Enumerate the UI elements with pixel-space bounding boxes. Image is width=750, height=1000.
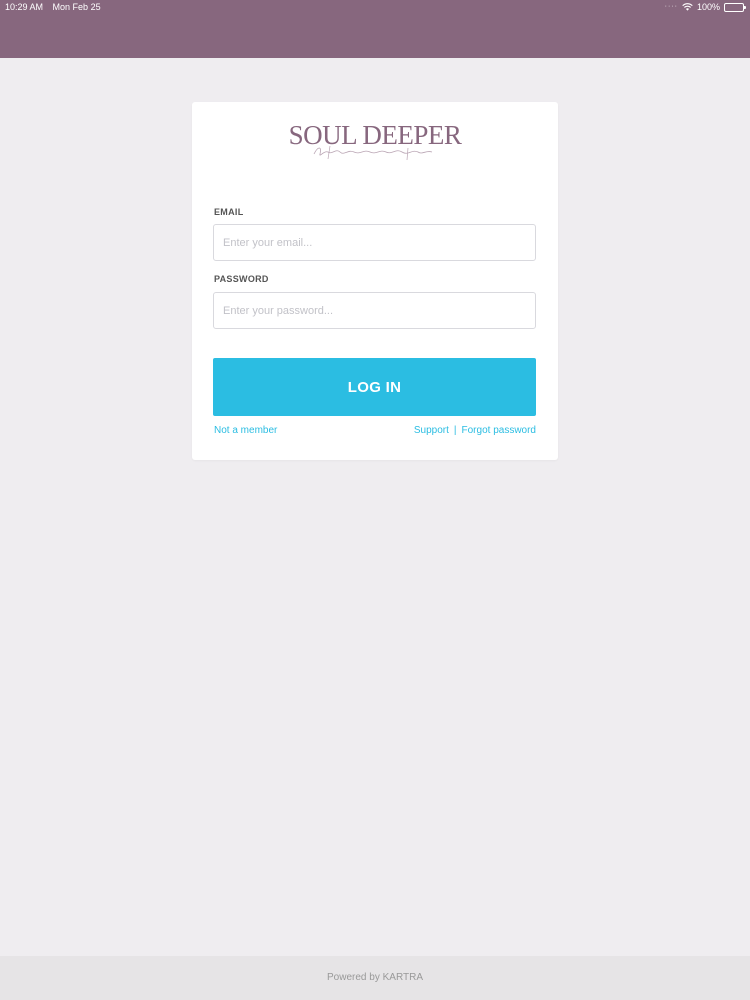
wifi-icon [682, 3, 693, 11]
login-button[interactable]: LOG IN [213, 358, 536, 416]
password-input[interactable] [213, 292, 536, 329]
login-card: SOUL DEEPER EMAIL PASSWORD LOG IN Not a … [192, 102, 558, 460]
powered-by-text: Powered by KARTRA [327, 972, 423, 983]
link-divider: | [453, 425, 457, 436]
top-header-bar: 10:29 AM Mon Feb 25 ···· 100% [0, 0, 750, 58]
not-a-member-link[interactable]: Not a member [214, 425, 277, 436]
status-right: ···· 100% [664, 0, 746, 14]
brand-logo: SOUL DEEPER [192, 120, 558, 162]
status-time: 10:29 AM [5, 2, 44, 12]
status-bar: 10:29 AM Mon Feb 25 ···· 100% [0, 0, 750, 14]
status-date: Mon Feb 25 [52, 2, 101, 12]
signal-dots-icon: ···· [664, 3, 678, 10]
battery-percent: 100% [696, 2, 720, 12]
battery-icon [724, 2, 746, 12]
logo-script-flourish-icon [313, 145, 433, 161]
footer: Powered by KARTRA [0, 956, 750, 1000]
status-left: 10:29 AM Mon Feb 25 [5, 0, 108, 14]
support-link[interactable]: Support [414, 425, 449, 436]
email-label: EMAIL [214, 207, 244, 217]
help-links: Support | Forgot password [414, 425, 536, 436]
password-label: PASSWORD [214, 274, 269, 284]
forgot-password-link[interactable]: Forgot password [462, 425, 536, 436]
email-input[interactable] [213, 224, 536, 261]
